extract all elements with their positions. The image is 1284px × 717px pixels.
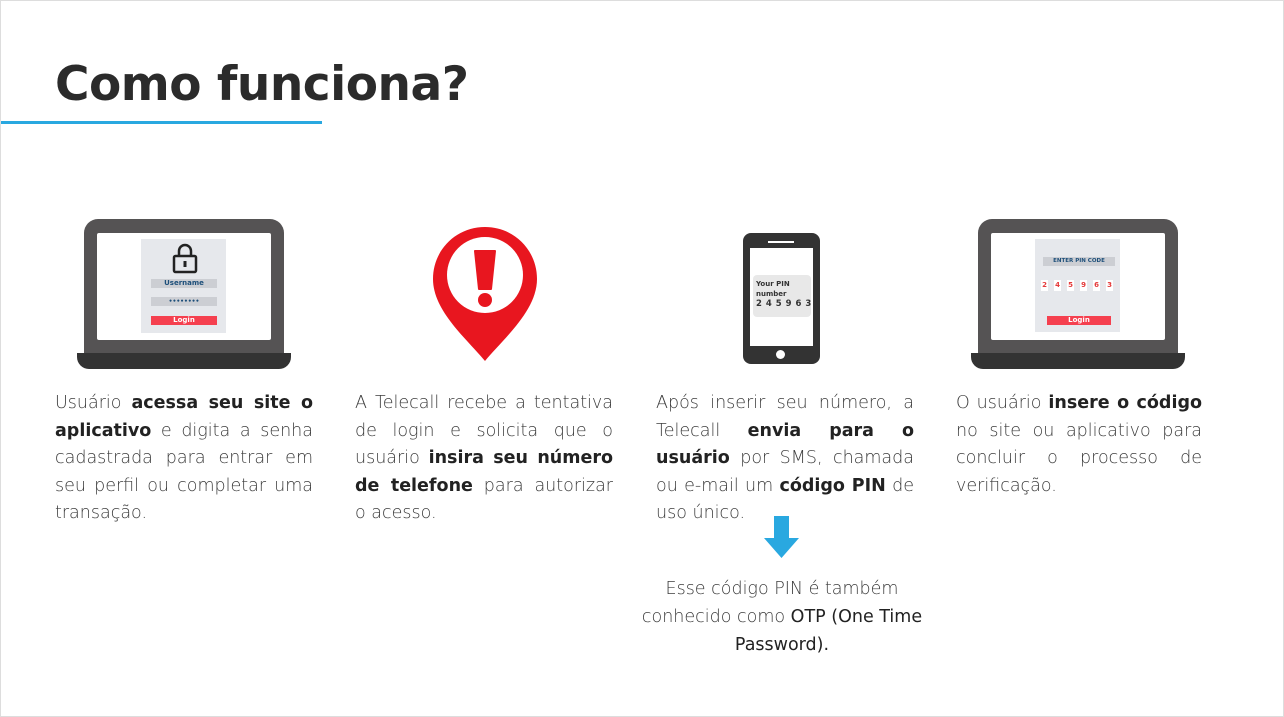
step4-description: O usuário insere o código no site ou apl…: [956, 393, 1203, 496]
sms-pin: 2 4 5 9 6 3: [756, 299, 812, 309]
title-underline: [1, 121, 322, 124]
pin-digit: 3: [1106, 280, 1113, 291]
sms-line-2: number: [756, 290, 787, 298]
page-title: Como funciona?: [55, 57, 469, 112]
alert-location-pin-icon: [433, 227, 537, 361]
home-button-icon: [776, 350, 785, 359]
arrow-down-icon: [764, 516, 799, 558]
step3-description: Após inserir seu número, a Telecall envi…: [656, 393, 914, 523]
pin-digit: 5: [1067, 280, 1074, 291]
enter-pin-header: ENTER PIN CODE: [1043, 257, 1115, 266]
username-field: Username: [151, 279, 217, 288]
sms-line-1: Your PIN: [756, 280, 790, 288]
laptop-login-illustration: Username •••••••• Login: [77, 219, 291, 369]
login-button: Login: [151, 316, 217, 325]
password-field: ••••••••: [151, 297, 217, 306]
pin-digit: 2: [1041, 280, 1048, 291]
login-button: Login: [1047, 316, 1111, 325]
pin-digit: 9: [1080, 280, 1087, 291]
otp-note: Esse código PIN é também conhecido como …: [641, 579, 923, 655]
pin-digit: 6: [1093, 280, 1100, 291]
step2-description: A Telecall recebe a tentativa de login e…: [355, 393, 614, 523]
pin-digit: 4: [1054, 280, 1061, 291]
step1-description: Usuário acessa seu site o aplicativo e d…: [55, 393, 313, 523]
phone-sms-illustration: Your PIN number 2 4 5 9 6 3: [743, 233, 820, 364]
lock-icon: [172, 243, 198, 274]
laptop-pin-illustration: ENTER PIN CODE 2 4 5 9 6 3 Login: [971, 219, 1185, 369]
